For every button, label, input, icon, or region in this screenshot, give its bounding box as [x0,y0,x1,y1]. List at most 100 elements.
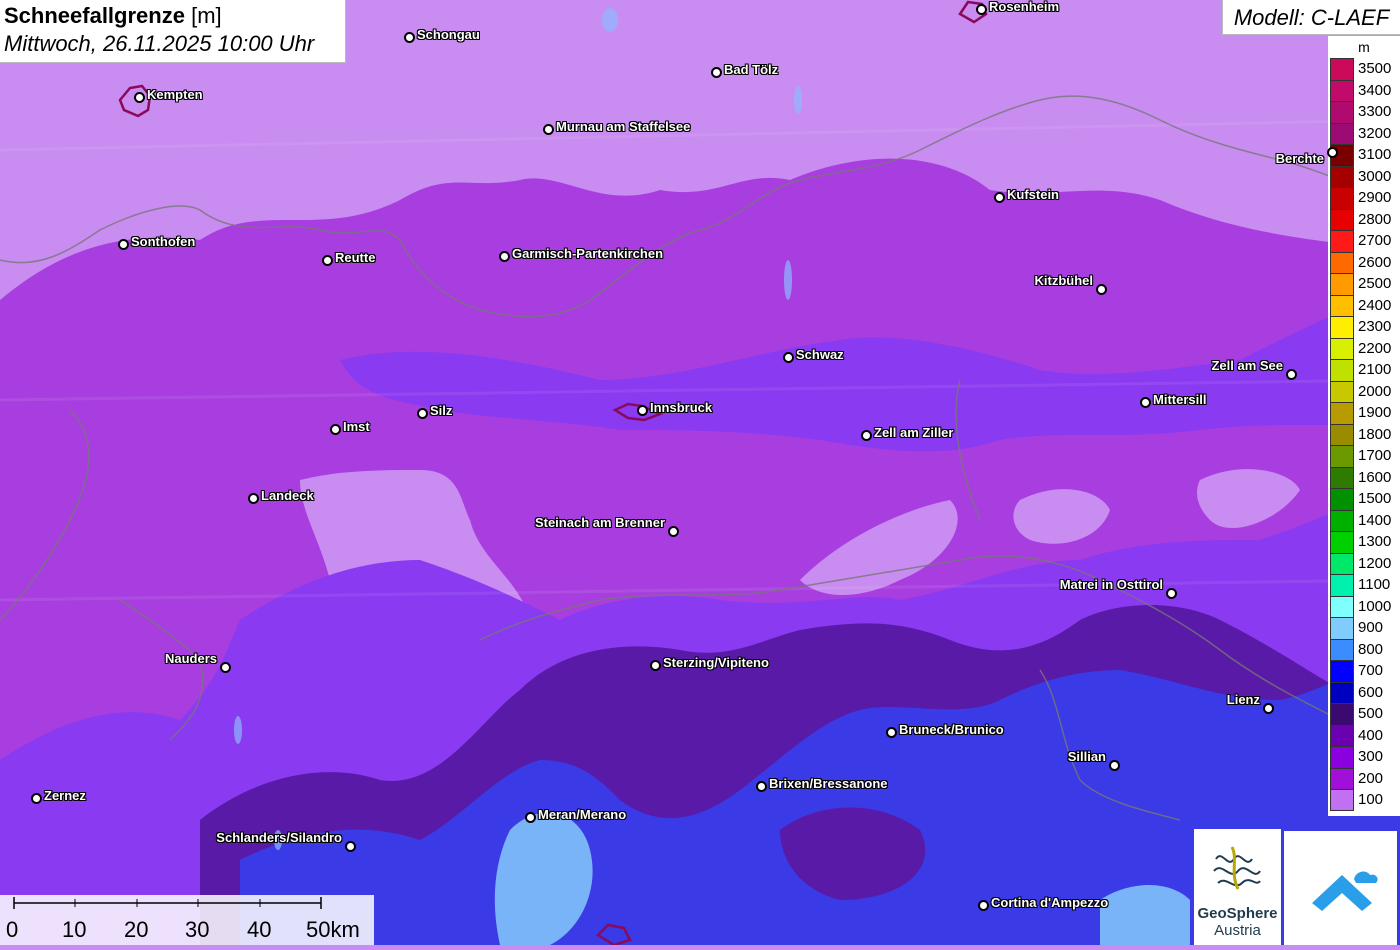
legend-swatch [1330,79,1354,101]
legend-swatch [1330,58,1354,80]
legend-value: 3400 [1358,81,1392,99]
legend-value: 500 [1358,705,1384,722]
legend-value: 3300 [1358,103,1392,120]
city-label: Imst [343,419,370,434]
city-label: Bruneck/Brunico [899,722,1004,737]
city-marker [994,192,1005,203]
geosphere-name: GeoSphere [1197,905,1278,922]
legend-swatch [1330,595,1354,617]
city-marker [1286,369,1297,380]
legend-swatch [1330,273,1354,295]
legend-unit: m [1358,39,1370,55]
scale-label-10: 10 [62,917,87,942]
legend-step: 2900 [1330,187,1400,209]
snowfall-line-map [0,0,1400,945]
city-marker [637,405,648,416]
legend-swatch [1330,703,1354,725]
legend-swatch [1330,230,1354,252]
legend-step: 2700 [1330,230,1400,252]
legend-step: 1600 [1330,466,1400,488]
legend-step: 1800 [1330,423,1400,445]
city-marker [417,408,428,419]
legend-value: 3100 [1358,146,1392,163]
city-label: Lienz [1226,692,1260,707]
legend-swatch [1330,337,1354,359]
legend-step: 1400 [1330,509,1400,531]
legend-value: 100 [1358,791,1384,808]
legend-value: 2400 [1358,296,1392,314]
legend-swatch [1330,101,1354,123]
map-title-line: Schneefallgrenze [m] [4,2,341,30]
legend-value: 300 [1358,748,1384,765]
legend-swatch [1330,638,1354,660]
legend-swatch [1330,251,1354,273]
legend-swatch [1330,681,1354,703]
city-marker [525,812,536,823]
legend-value: 1400 [1358,511,1392,529]
legend-value: 800 [1358,640,1384,658]
legend-value: 1600 [1358,468,1392,486]
legend-step: 3300 [1330,101,1400,123]
city-label: Mittersill [1153,392,1207,407]
city-marker [1263,703,1274,714]
legend-step: 300 [1330,746,1400,768]
city-marker [220,662,231,673]
city-marker [978,900,989,911]
legend-swatch [1330,423,1354,445]
legend-swatch [1330,466,1354,488]
scale-label-30: 30 [185,917,210,942]
city-label: Rosenheim [989,0,1060,14]
map-datetime: Mittwoch, 26.11.2025 10:00 Uhr [4,31,315,56]
city-label: Berchte [1275,151,1324,166]
city-label: Kitzbühel [1034,273,1094,288]
legend-swatch [1330,746,1354,768]
legend-value: 2500 [1358,275,1392,292]
legend-swatch [1330,445,1354,467]
city-label: Cortina d'Ampezzo [991,895,1109,910]
legend-value: 400 [1358,726,1384,744]
city-marker [976,4,987,15]
legend-value: 2700 [1358,232,1392,249]
city-label: Reutte [335,250,376,265]
legend-step: 1100 [1330,574,1400,596]
legend-swatch [1330,316,1354,338]
legend-step: 400 [1330,724,1400,746]
legend-swatch [1330,488,1354,510]
legend-value: 1800 [1358,425,1392,443]
legend-step: 1500 [1330,488,1400,510]
city-marker [1327,147,1338,158]
legend-value: 3000 [1358,167,1392,185]
scale-label-50km: 50km [306,917,360,942]
legend-step: 2200 [1330,337,1400,359]
legend-step: 2500 [1330,273,1400,295]
legend-step: 800 [1330,638,1400,660]
legend-step: 1200 [1330,552,1400,574]
legend-step: 2400 [1330,294,1400,316]
legend-value: 1900 [1358,404,1392,421]
legend-value: 2100 [1358,361,1392,378]
legend-step: 3100 [1330,144,1400,166]
legend-value: 2900 [1358,189,1392,206]
city-label: Zernez [44,788,86,803]
legend-swatch [1330,531,1354,553]
scale-bar: 0 10 20 30 40 50km [0,895,374,945]
city-marker [1109,760,1120,771]
city-marker [118,239,129,250]
legend-swatch [1330,660,1354,682]
city-label: Kempten [147,87,203,102]
map-title-box: Schneefallgrenze [m] Mittwoch, 26.11.202… [0,0,346,63]
legend-step: 3500 [1330,58,1400,80]
city-marker [886,727,897,738]
city-label: Kufstein [1007,187,1059,202]
city-label: Landeck [261,488,314,503]
geosphere-sub: Austria [1214,922,1261,939]
legend-step: 2100 [1330,359,1400,381]
map-title: Schneefallgrenze [4,3,185,28]
legend-value: 3200 [1358,124,1392,142]
city-label: Bad Tölz [724,62,779,77]
legend-value: 2200 [1358,339,1392,357]
city-marker [650,660,661,671]
legend-value: 900 [1358,619,1384,636]
legend-value: 1700 [1358,447,1392,464]
legend: m 3500 3400 3300 3200 3100 3000 2900 2800 2700 26… [1328,36,1400,816]
